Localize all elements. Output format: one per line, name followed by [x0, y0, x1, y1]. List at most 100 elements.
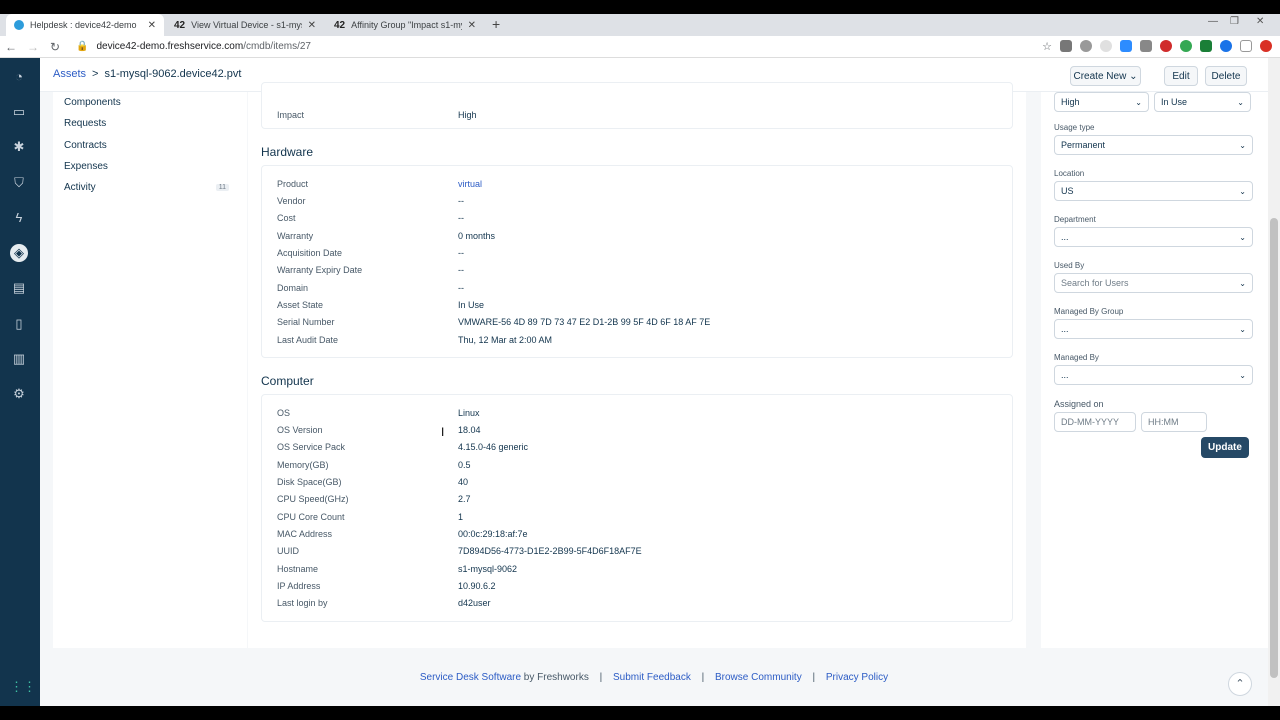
url-field[interactable]: 🔒 device42-demo.freshservice.com/cmdb/it… — [76, 41, 311, 52]
assets-icon[interactable]: ◈ — [10, 244, 28, 262]
detail-label: OS — [277, 408, 291, 418]
extension-icon[interactable] — [1100, 40, 1112, 52]
menu-icon[interactable] — [1240, 40, 1252, 52]
scroll-to-top-button[interactable]: ⌃ — [1228, 672, 1252, 696]
apps-grid-icon[interactable]: ⋮⋮ — [10, 678, 36, 696]
detail-label: Warranty Expiry Date — [277, 265, 363, 275]
assigned-on-label: Assigned on — [1054, 399, 1104, 409]
detail-value: 7D894D56-4773-D1E2-2B99-5F4D6F18AF7E — [458, 546, 642, 556]
edit-button[interactable]: Edit — [1164, 66, 1198, 86]
zoom-extension-icon[interactable] — [1120, 40, 1132, 52]
impact-select[interactable]: High ⌄ — [1054, 92, 1149, 112]
hardware-card: Product virtual Vendor -- Cost -- Warranty 0… — [261, 165, 1013, 358]
changes-icon[interactable]: ⛉ — [10, 174, 28, 192]
asset-properties-panel: High ⌄ In Use ⌄ Usage type Permanent ⌄ Loca… — [1041, 92, 1268, 648]
tab-title: Helpdesk : device42-demo — [30, 20, 137, 30]
update-button[interactable]: Update — [1201, 437, 1249, 458]
star-icon[interactable]: ☆ — [1042, 40, 1052, 53]
detail-label: Hostname — [277, 564, 319, 574]
managed-by-value: ... — [1061, 370, 1069, 380]
department-select[interactable]: ... ⌄ — [1054, 227, 1253, 247]
minimize-icon[interactable]: — — [1208, 16, 1218, 27]
extension-icon[interactable] — [1080, 40, 1092, 52]
profile-avatar[interactable] — [1220, 40, 1232, 52]
chevron-down-icon: ⌄ — [1239, 324, 1246, 334]
managed-by-select[interactable]: ... ⌄ — [1054, 365, 1253, 385]
usage-type-select[interactable]: Permanent ⌄ — [1054, 135, 1253, 155]
asset-state-value: In Use — [1161, 97, 1188, 107]
close-icon[interactable]: ✕ — [308, 20, 316, 31]
used-by-label: Used By — [1054, 261, 1085, 270]
detail-label: Domain — [277, 283, 309, 293]
close-icon[interactable]: ✕ — [468, 20, 476, 31]
close-icon[interactable]: ✕ — [148, 20, 156, 31]
hardware-section-title: Hardware — [261, 145, 314, 159]
detail-value: -- — [458, 265, 464, 275]
extension-icon[interactable] — [1060, 40, 1072, 52]
tickets-icon[interactable]: ▭ — [10, 103, 28, 121]
sidebar-item-components[interactable]: Components — [64, 97, 121, 108]
location-select[interactable]: US ⌄ — [1054, 181, 1253, 201]
window-close-icon[interactable]: ✕ — [1256, 16, 1264, 27]
extension-icon[interactable] — [1260, 40, 1272, 52]
reload-icon[interactable]: ↻ — [44, 40, 66, 54]
detail-label: OS Version — [277, 425, 323, 435]
detail-label: Memory(GB) — [277, 460, 329, 470]
location-value: US — [1061, 186, 1074, 196]
browse-community-link[interactable]: Browse Community — [715, 672, 802, 683]
browser-tab-helpdesk[interactable]: Helpdesk : device42-demo ✕ — [6, 14, 164, 36]
back-icon[interactable]: ← — [0, 40, 22, 54]
asset-state-select[interactable]: In Use ⌄ — [1154, 92, 1251, 112]
detail-value: Thu, 12 Mar at 2:00 AM — [458, 335, 553, 345]
address-bar: ← → ↻ 🔒 device42-demo.freshservice.com/c… — [0, 36, 1280, 58]
footer-by-text: by Freshworks — [521, 672, 589, 683]
detail-label: CPU Speed(GHz) — [277, 494, 349, 504]
detail-label: Product — [277, 179, 309, 189]
sidebar-item-requests[interactable]: Requests — [64, 118, 106, 129]
privacy-policy-link[interactable]: Privacy Policy — [826, 672, 888, 683]
forward-icon[interactable]: → — [22, 40, 44, 54]
assigned-date-input[interactable]: DD-MM-YYYY — [1054, 412, 1136, 432]
dashboard-icon[interactable]: ◔ — [10, 68, 28, 86]
service-desk-software-link[interactable]: Service Desk Software — [420, 672, 521, 683]
releases-icon[interactable]: ϟ — [10, 209, 28, 227]
browser-tab-affinity-group[interactable]: 42 Affinity Group "Impact s1-mysql... ✕ — [326, 14, 484, 36]
product-link[interactable]: virtual — [458, 179, 482, 189]
submit-feedback-link[interactable]: Submit Feedback — [613, 672, 691, 683]
sidebar-item-expenses[interactable]: Expenses — [64, 161, 108, 172]
maximize-icon[interactable]: ❐ — [1230, 16, 1239, 27]
scrollbar-thumb[interactable] — [1270, 218, 1278, 678]
used-by-search[interactable]: Search for Users ⌄ — [1054, 273, 1253, 293]
extension-icon[interactable] — [1180, 40, 1192, 52]
create-new-button[interactable]: Create New ⌄ — [1070, 66, 1141, 86]
detail-value: Linux — [458, 408, 480, 418]
sidebar-item-contracts[interactable]: Contracts — [64, 140, 107, 151]
detail-value: -- — [458, 196, 464, 206]
chevron-down-icon: ⌄ — [1237, 97, 1244, 107]
sidebar-item-activity[interactable]: Activity — [64, 182, 96, 193]
browser-tab-view-device[interactable]: 42 View Virtual Device - s1-mysql-9... ✕ — [166, 14, 324, 36]
managed-by-group-select[interactable]: ... ⌄ — [1054, 319, 1253, 339]
new-tab-button[interactable]: + — [492, 16, 500, 32]
solutions-icon[interactable]: ▯ — [10, 315, 28, 333]
extension-icon[interactable] — [1140, 40, 1152, 52]
detail-value: 2.7 — [458, 494, 471, 504]
assigned-time-input[interactable]: HH:MM — [1141, 412, 1207, 432]
extension-icon[interactable] — [1200, 40, 1212, 52]
footer-separator: | — [599, 672, 603, 683]
extension-icon[interactable] — [1160, 40, 1172, 52]
reports-icon[interactable]: ▥ — [10, 350, 28, 368]
page-scrollbar[interactable] — [1268, 58, 1280, 706]
purchase-icon[interactable]: ▤ — [10, 279, 28, 297]
detail-label: Disk Space(GB) — [277, 477, 342, 487]
url-host: device42-demo.freshservice.com — [96, 41, 244, 52]
chevron-down-icon: ⌄ — [1135, 97, 1142, 107]
detail-value: 00:0c:29:18:af:7e — [458, 529, 528, 539]
breadcrumb-assets-link[interactable]: Assets — [53, 68, 86, 80]
extension-icons: ☆ — [1042, 40, 1272, 53]
problems-icon[interactable]: ✱ — [10, 138, 28, 156]
detail-value: 18.04 — [458, 425, 481, 435]
admin-gear-icon[interactable]: ⚙ — [10, 385, 28, 403]
delete-button[interactable]: Delete — [1205, 66, 1247, 86]
detail-label: OS Service Pack — [277, 442, 346, 452]
